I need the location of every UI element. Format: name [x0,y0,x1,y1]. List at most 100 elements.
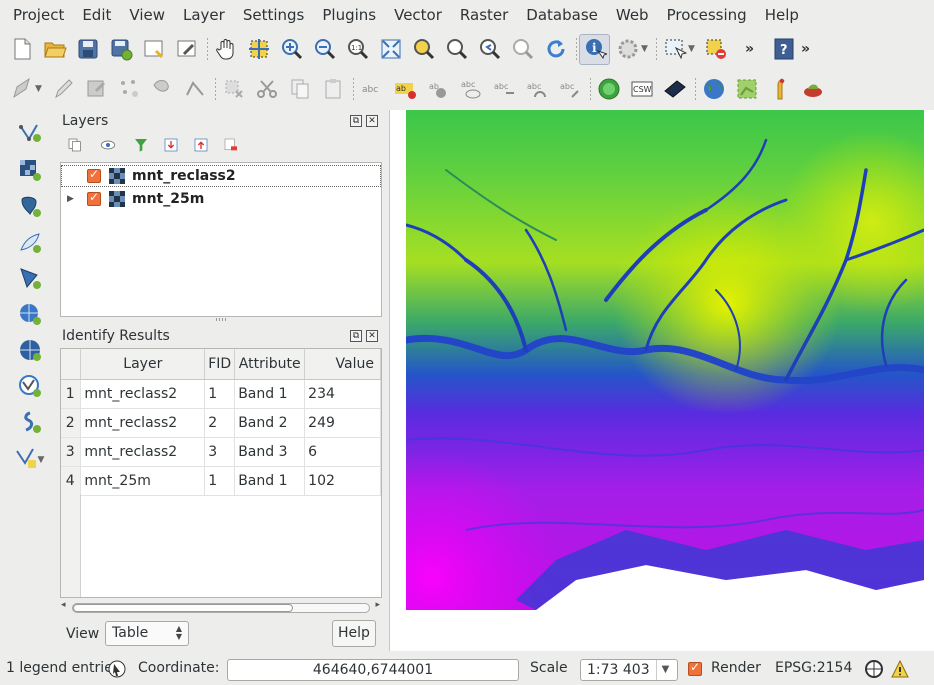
metasearch-icon[interactable] [593,74,624,105]
manage-visibility-icon[interactable] [94,134,122,156]
menu-project[interactable]: Project [4,0,73,30]
layer-visibility-checkbox[interactable] [87,190,101,206]
menu-plugins[interactable]: Plugins [313,0,385,30]
zoom-native-icon[interactable]: 1:1 [342,34,373,65]
cell-fid[interactable]: 2 [204,408,236,438]
save-as-icon[interactable] [105,34,136,65]
add-wcs-layer-icon[interactable] [15,334,46,365]
cell-attribute[interactable]: Band 1 [234,379,306,409]
help-contents-icon[interactable]: ? [768,34,799,65]
save-project-icon[interactable] [72,34,103,65]
crs-status[interactable]: EPSG:2154 [775,660,852,676]
scroll-left-icon[interactable]: ◂ [61,600,66,610]
label-tool-icon[interactable]: abc [356,74,387,105]
zoom-full-icon[interactable] [375,34,406,65]
menu-layer[interactable]: Layer [174,0,234,30]
view-select[interactable]: Table ▲ ▼ [105,621,189,646]
scroll-right-icon[interactable]: ▸ [375,600,380,610]
chevron-down-icon[interactable]: ▼ [35,84,45,94]
python-console-icon[interactable] [764,74,795,105]
add-feature-icon[interactable] [113,74,144,105]
add-delimited-text-icon[interactable] [15,406,46,437]
cell-value[interactable]: 249 [304,408,381,438]
chevron-down-icon[interactable]: ▼ [688,44,698,54]
table-row[interactable]: 4 mnt_25m 1 Band 1 102 [61,466,381,496]
menu-database[interactable]: Database [517,0,607,30]
add-vector-layer-icon[interactable] [15,118,46,149]
paste-features-icon[interactable] [317,74,348,105]
zoom-to-selection-icon[interactable] [408,34,439,65]
column-header-attribute[interactable]: Attribute [234,349,306,380]
table-row[interactable]: 1 mnt_reclass2 1 Band 1 234 [61,379,381,409]
cell-fid[interactable]: 1 [204,379,236,409]
menu-help[interactable]: Help [756,0,808,30]
cell-attribute[interactable]: Band 3 [234,437,306,467]
new-print-layout-icon[interactable] [138,34,169,65]
add-group-icon[interactable] [64,134,86,156]
change-label-icon[interactable]: abc [554,74,585,105]
column-header-layer[interactable]: Layer [80,349,206,380]
zoom-in-icon[interactable] [276,34,307,65]
expand-all-icon[interactable] [160,134,182,156]
csw-icon[interactable]: CSW [626,74,657,105]
chevron-down-icon[interactable]: ▼ [656,660,674,680]
copy-features-icon[interactable] [284,74,315,105]
processing-toolbox-icon[interactable] [659,74,690,105]
add-wms-layer-icon[interactable] [15,298,46,329]
cell-layer[interactable]: mnt_reclass2 [80,437,206,467]
pin-labels-icon[interactable]: ab [389,74,420,105]
horizontal-scrollbar[interactable]: ◂ ▸ [60,600,382,614]
add-raster-layer-icon[interactable] [15,154,46,185]
add-spatialite-layer-icon[interactable] [15,226,46,257]
layer-visibility-checkbox[interactable] [87,167,101,183]
cut-features-icon[interactable] [251,74,282,105]
close-panel-icon[interactable]: ✕ [366,330,378,342]
cell-layer[interactable]: mnt_reclass2 [80,408,206,438]
menu-vector[interactable]: Vector [385,0,451,30]
cell-fid[interactable]: 1 [204,466,236,496]
open-project-icon[interactable] [39,34,70,65]
run-feature-action-icon[interactable] [612,34,643,65]
chevron-down-icon[interactable]: ▼ [641,44,651,54]
cell-value[interactable]: 102 [304,466,381,496]
menu-view[interactable]: View [120,0,174,30]
remove-layer-icon[interactable] [220,134,242,156]
mouse-cursor-icon[interactable] [108,659,126,683]
crs-globe-icon[interactable] [864,659,884,683]
node-tool-icon[interactable] [179,74,210,105]
identify-features-icon[interactable]: i [579,33,610,65]
add-mssql-layer-icon[interactable] [15,262,46,293]
cell-layer[interactable]: mnt_reclass2 [80,379,206,409]
show-hide-labels-icon[interactable]: abc [455,74,486,105]
zoom-to-layer-icon[interactable] [441,34,472,65]
scale-combobox[interactable]: 1:73 403 ▼ [580,659,678,681]
dem-raster-map[interactable] [406,110,924,618]
expand-arrow-icon[interactable]: ▶ [67,194,79,204]
help-button[interactable]: Help [332,620,376,647]
pan-hand-icon[interactable] [210,34,241,65]
close-panel-icon[interactable]: ✕ [366,115,378,127]
menu-raster[interactable]: Raster [451,0,517,30]
layer-item-mnt-25m[interactable]: ▶ mnt_25m [61,188,381,210]
cell-value[interactable]: 234 [304,379,381,409]
table-row[interactable]: 3 mnt_reclass2 3 Band 3 6 [61,437,381,467]
new-project-icon[interactable] [6,34,37,65]
column-header-value[interactable]: Value [304,349,381,380]
move-label-icon[interactable]: abc [488,74,519,105]
scroll-thumb[interactable] [73,604,293,612]
georeferencer-icon[interactable] [731,74,762,105]
zoom-next-icon[interactable] [507,34,538,65]
save-layer-edits-icon[interactable] [80,74,111,105]
splitter-handle[interactable] [216,318,226,321]
column-header-fid[interactable]: FID [204,349,236,380]
menu-edit[interactable]: Edit [73,0,120,30]
delete-selected-icon[interactable] [218,74,249,105]
cell-attribute[interactable]: Band 2 [234,408,306,438]
rotate-label-icon[interactable]: abc [521,74,552,105]
collapse-all-icon[interactable] [190,134,212,156]
select-features-icon[interactable] [659,34,690,65]
chevron-down-icon[interactable]: ▼ [38,455,48,465]
cell-layer[interactable]: mnt_25m [80,466,206,496]
float-panel-icon[interactable]: ⧉ [350,330,362,342]
plugin-icon[interactable] [797,74,828,105]
